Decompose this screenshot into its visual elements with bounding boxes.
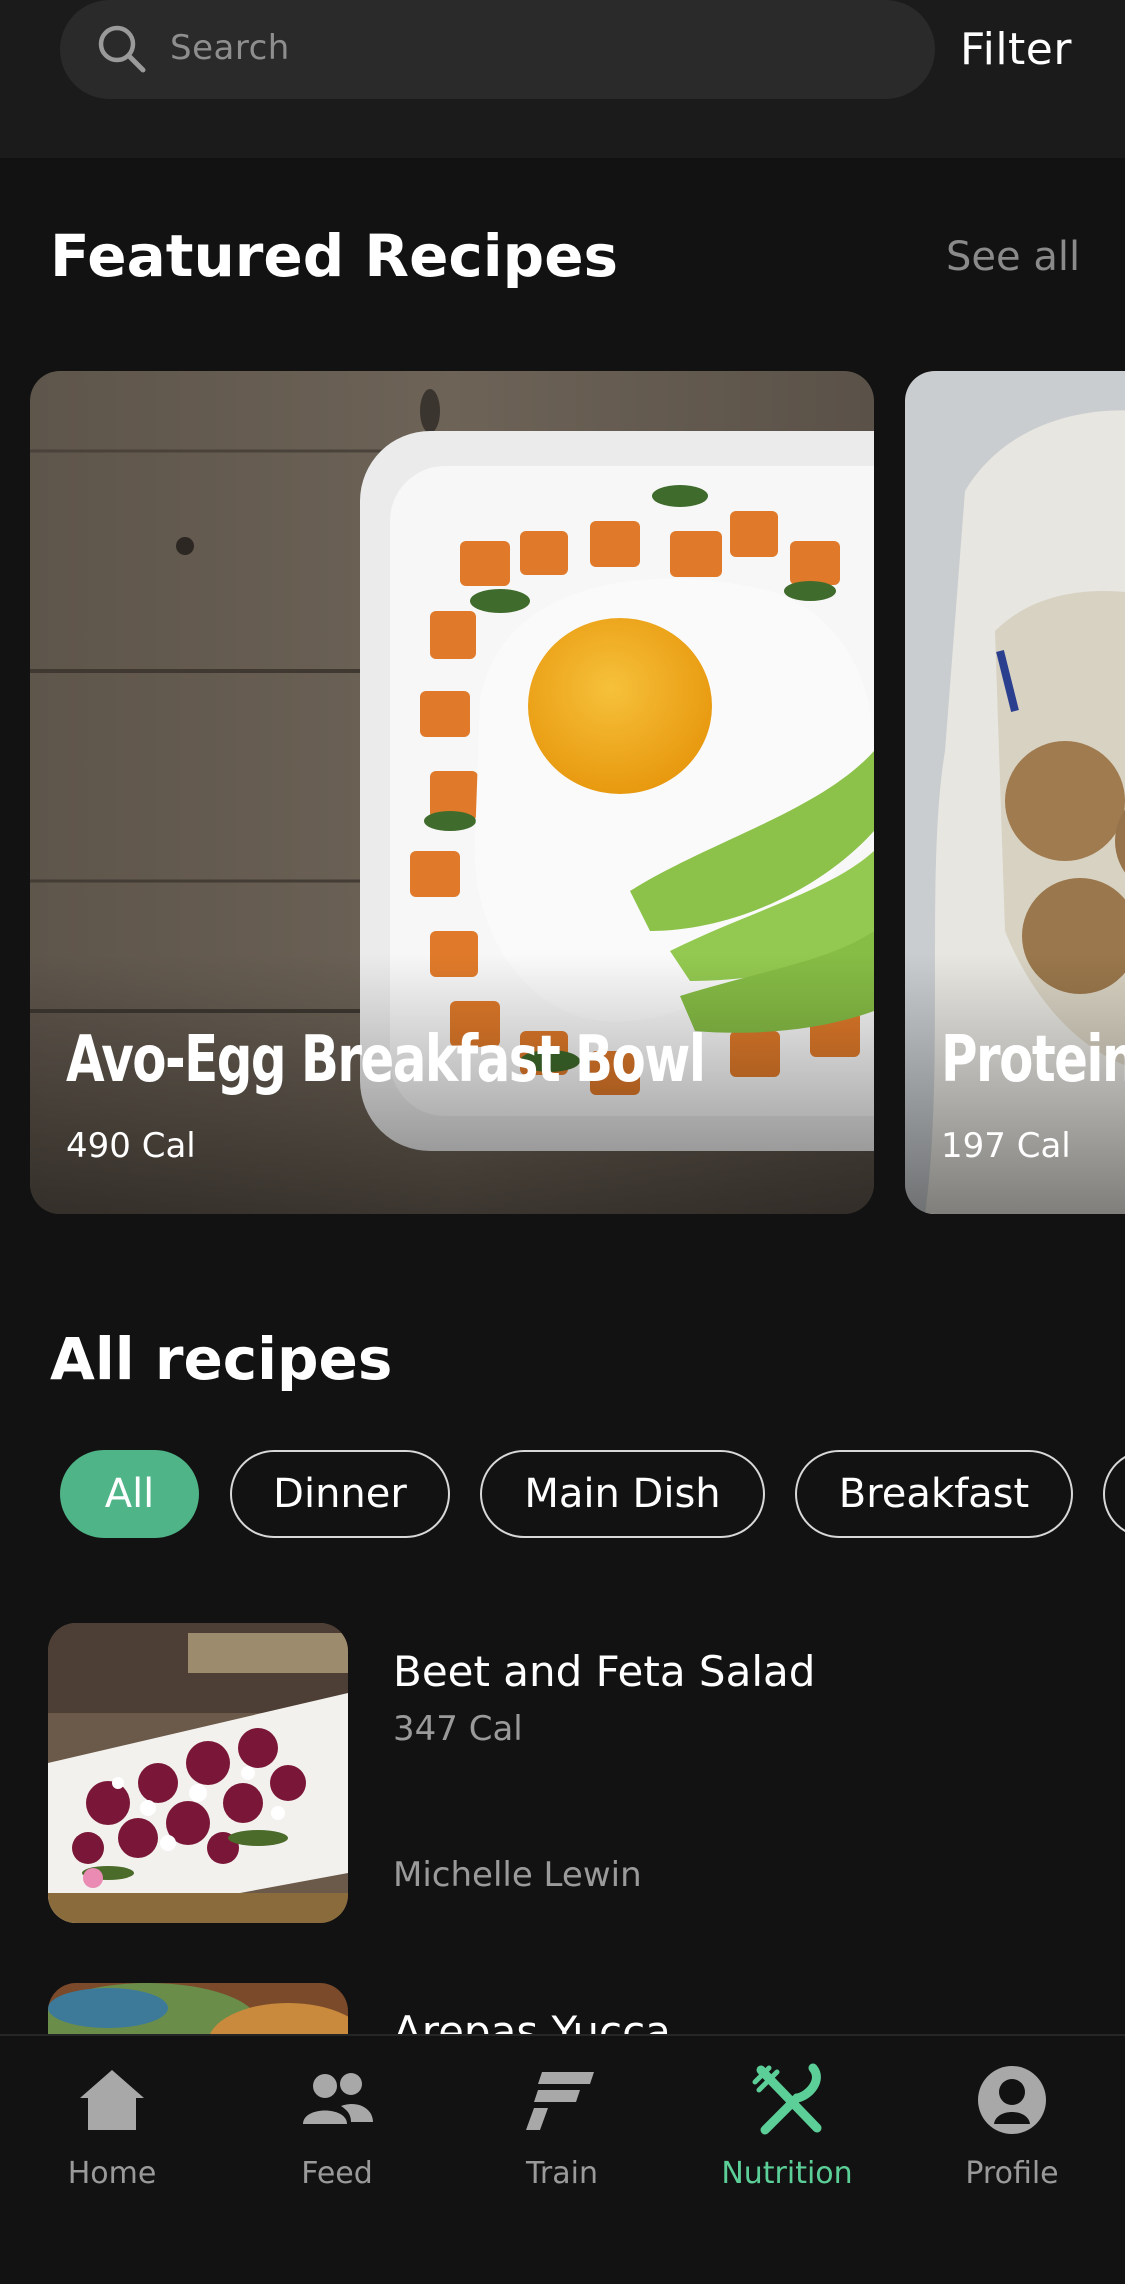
category-chips: All Dinner Main Dish Breakfast (0, 1450, 1125, 1538)
nav-item-train[interactable]: Train (472, 2060, 652, 2210)
train-icon (526, 2072, 594, 2130)
filter-button[interactable]: Filter (960, 24, 1072, 75)
chip-all[interactable]: All (60, 1450, 199, 1538)
beet-salad-image (48, 1623, 348, 1923)
nav-label-profile: Profile (965, 2156, 1059, 2191)
nav-label-train: Train (526, 2156, 598, 2191)
chip-dinner[interactable]: Dinner (230, 1450, 450, 1538)
nav-item-home[interactable]: Home (22, 2060, 202, 2210)
recipe-author: Michelle Lewin (393, 1855, 642, 1895)
all-recipes-title: All recipes (50, 1325, 393, 1393)
recipe-name: Beet and Feta Salad (393, 1647, 816, 1696)
nav-label-feed: Feed (301, 2156, 373, 2191)
featured-card[interactable]: Avo-Egg Breakfast Bowl 490 Cal (30, 371, 874, 1214)
featured-card-title: Protein (941, 1023, 1125, 1097)
nav-item-profile[interactable]: Profile (922, 2060, 1102, 2210)
profile-icon (978, 2066, 1046, 2134)
featured-recipes-title: Featured Recipes (50, 222, 619, 290)
nutrition-screen: Search Filter Featured Recipes See all A… (0, 0, 1125, 2284)
see-all-link[interactable]: See all (946, 234, 1080, 280)
recipe-thumbnail (48, 1623, 348, 1923)
nav-label-nutrition: Nutrition (721, 2156, 853, 2191)
recipe-calories: 347 Cal (393, 1709, 523, 1749)
home-icon (80, 2070, 144, 2130)
featured-card-calories: 197 Cal (941, 1126, 1071, 1166)
nav-item-feed[interactable]: Feed (247, 2060, 427, 2210)
search-placeholder: Search (170, 28, 290, 68)
chip-more[interactable] (1103, 1450, 1125, 1538)
nav-label-home: Home (67, 2156, 157, 2191)
fork-knife-icon (752, 2063, 822, 2135)
search-input[interactable]: Search (60, 0, 935, 99)
recipe-list-item[interactable]: Beet and Feta Salad 347 Cal Michelle Lew… (0, 1623, 1125, 1925)
featured-card[interactable]: Protein 197 Cal (905, 371, 1125, 1214)
chip-breakfast[interactable]: Breakfast (795, 1450, 1073, 1538)
nav-item-nutrition[interactable]: Nutrition (697, 2060, 877, 2210)
search-icon (98, 25, 146, 73)
people-icon (303, 2073, 373, 2124)
featured-card-title: Avo-Egg Breakfast Bowl (66, 1023, 706, 1097)
chip-main-dish[interactable]: Main Dish (480, 1450, 765, 1538)
header: Search Filter (0, 0, 1125, 158)
featured-card-calories: 490 Cal (66, 1126, 196, 1166)
bottom-navigation: Home Feed Train Nutrition Profile (0, 2034, 1125, 2284)
